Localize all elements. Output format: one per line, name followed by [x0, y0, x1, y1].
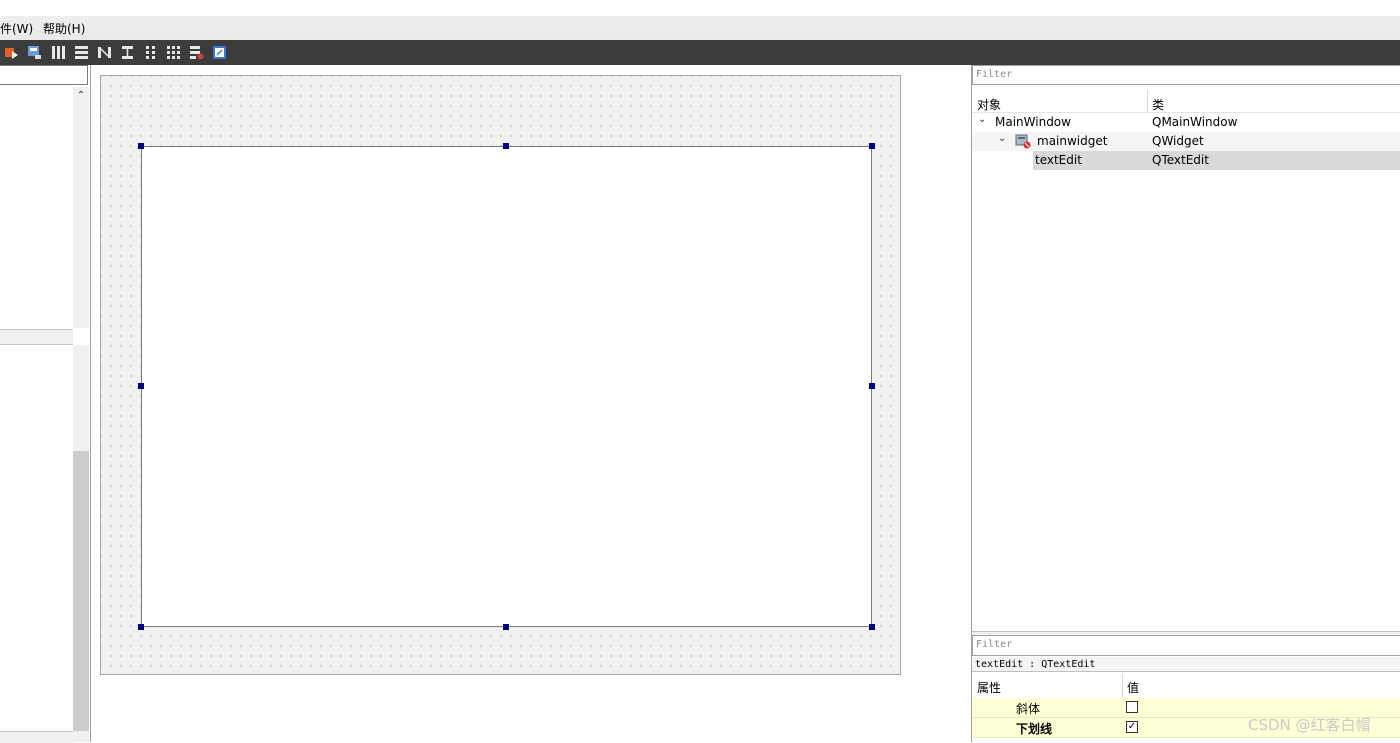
adjust-size-icon[interactable]	[212, 45, 227, 60]
class-column-header[interactable]: 类	[1152, 96, 1164, 113]
layout-horizontal-icon[interactable]	[51, 45, 66, 60]
property-name: 斜体	[1016, 702, 1041, 716]
widget-box-panel: ⌃	[0, 65, 91, 743]
scroll-up-arrow-icon[interactable]: ⌃	[73, 89, 89, 103]
tree-row-textedit[interactable]: textEdit QTextEdit	[972, 151, 1400, 170]
tree-item-class: QWidget	[1152, 134, 1204, 148]
resize-handle-right[interactable]	[869, 383, 875, 389]
tree-item-name: textEdit	[1035, 153, 1082, 167]
resize-handle-bottom[interactable]	[503, 624, 509, 630]
tree-row-mainwindow[interactable]: ⌄ MainWindow QMainWindow	[972, 113, 1400, 132]
left-panel-splitter[interactable]	[0, 329, 73, 345]
menu-bar: 件(W) 帮助(H)	[0, 0, 1400, 41]
layout-form-icon[interactable]	[143, 45, 158, 60]
object-column-header[interactable]: 对象	[977, 96, 1001, 113]
layout-vertical-icon[interactable]	[74, 45, 89, 60]
menu-window[interactable]: 件(W)	[0, 20, 33, 37]
tree-item-name: mainwidget	[1037, 134, 1108, 148]
column-divider	[1147, 90, 1148, 112]
property-name: 下划线	[1016, 722, 1053, 736]
widget-icon	[1015, 134, 1031, 149]
object-inspector-filter[interactable]: Filter	[972, 65, 1400, 85]
right-dock: Filter 对象 类 ⌄ MainWindow QMainWindow ⌄ m…	[971, 65, 1400, 742]
selection-highlight	[1033, 151, 1400, 170]
column-divider	[1122, 674, 1123, 698]
value-column-header[interactable]: 值	[1127, 679, 1139, 696]
tree-row-mainwidget[interactable]: ⌄ mainwidget QWidget	[972, 132, 1400, 151]
property-editor-filter[interactable]: Filter	[972, 635, 1400, 656]
property-editor-object-label: textEdit : QTextEdit	[972, 657, 1400, 672]
tree-item-name: MainWindow	[995, 115, 1071, 129]
resize-handle-bottom-left[interactable]	[138, 624, 144, 630]
italic-checkbox[interactable]	[1126, 701, 1138, 713]
edit-buddies-icon[interactable]	[27, 45, 42, 60]
resize-handle-top[interactable]	[503, 143, 509, 149]
resize-handle-top-right[interactable]	[869, 143, 875, 149]
layout-horizontal-splitter-icon[interactable]	[97, 45, 112, 60]
watermark-text: CSDN @红客白帽	[1248, 716, 1371, 734]
menu-help[interactable]: 帮助(H)	[43, 20, 85, 37]
widget-box-filter-field[interactable]	[0, 65, 88, 85]
property-column-header[interactable]: 属性	[977, 679, 1001, 696]
text-edit-widget[interactable]	[141, 146, 872, 627]
left-panel-bottom-bar	[0, 731, 73, 743]
chevron-down-icon[interactable]: ⌄	[978, 114, 986, 125]
widget-box-scrollbar[interactable]	[73, 87, 89, 328]
layout-vertical-splitter-icon[interactable]	[120, 45, 135, 60]
chevron-down-icon[interactable]: ⌄	[998, 133, 1006, 144]
break-layout-icon[interactable]	[189, 45, 204, 60]
toolbar	[0, 40, 1400, 65]
underline-checkbox[interactable]: ✓	[1126, 721, 1138, 733]
resize-handle-top-left[interactable]	[138, 143, 144, 149]
resize-handle-bottom-right[interactable]	[869, 624, 875, 630]
tree-item-class: QTextEdit	[1152, 153, 1209, 167]
edit-tab-order-icon[interactable]	[4, 45, 19, 60]
tree-item-class: QMainWindow	[1152, 115, 1238, 129]
lower-scrollbar-thumb[interactable]	[73, 451, 89, 731]
layout-grid-icon[interactable]	[166, 45, 181, 60]
resize-handle-left[interactable]	[138, 383, 144, 389]
